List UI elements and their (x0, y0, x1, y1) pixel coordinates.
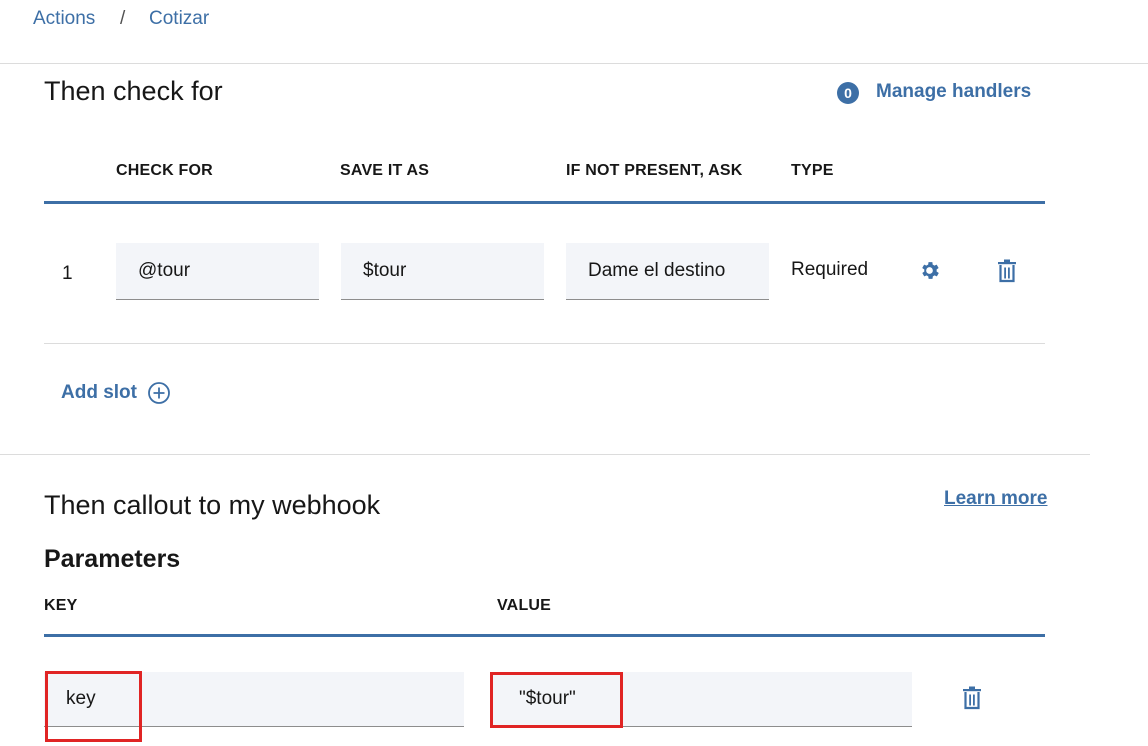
slot-type-label: Required (791, 259, 869, 280)
breadcrumb-actions-link[interactable]: Actions (33, 8, 95, 30)
learn-more-link[interactable]: Learn more (944, 488, 1047, 510)
breadcrumb-current[interactable]: Cotizar (149, 8, 209, 30)
slot-row-number: 1 (62, 263, 73, 284)
key-highlight-box (45, 671, 142, 742)
header-divider (0, 63, 1148, 64)
prompt-value: Dame el destino (588, 260, 726, 281)
save-as-input[interactable]: $tour (341, 243, 544, 300)
plus-circle-icon (147, 381, 171, 405)
add-slot-button[interactable]: Add slot (61, 381, 171, 405)
trash-icon[interactable] (997, 259, 1017, 283)
trash-icon[interactable] (962, 686, 982, 710)
column-header-check-for: CHECK FOR (116, 162, 213, 179)
value-highlight-box (490, 672, 623, 728)
parameters-header-rule (44, 634, 1045, 637)
column-header-value: VALUE (497, 597, 552, 614)
column-header-if-not-present: IF NOT PRESENT, ASK (566, 162, 743, 179)
parameters-title: Parameters (44, 545, 181, 573)
handlers-count-badge: 0 (837, 82, 859, 104)
check-for-value: @tour (138, 260, 191, 281)
add-slot-label: Add slot (61, 382, 137, 403)
breadcrumb-separator: / (120, 8, 126, 29)
row-divider (44, 343, 1045, 344)
webhook-section-title: Then callout to my webhook (44, 490, 381, 520)
check-for-input[interactable]: @tour (116, 243, 319, 300)
manage-handlers-link[interactable]: Manage handlers (876, 81, 1031, 103)
gear-icon[interactable] (918, 259, 941, 282)
column-header-key: KEY (44, 597, 78, 614)
column-header-save-it-as: SAVE IT AS (340, 162, 430, 179)
prompt-input[interactable]: Dame el destino (566, 243, 769, 300)
save-as-value: $tour (363, 260, 407, 281)
column-header-type: TYPE (791, 162, 834, 179)
table-header-rule (44, 201, 1045, 204)
section-divider (0, 454, 1090, 455)
check-section-title: Then check for (44, 76, 223, 106)
